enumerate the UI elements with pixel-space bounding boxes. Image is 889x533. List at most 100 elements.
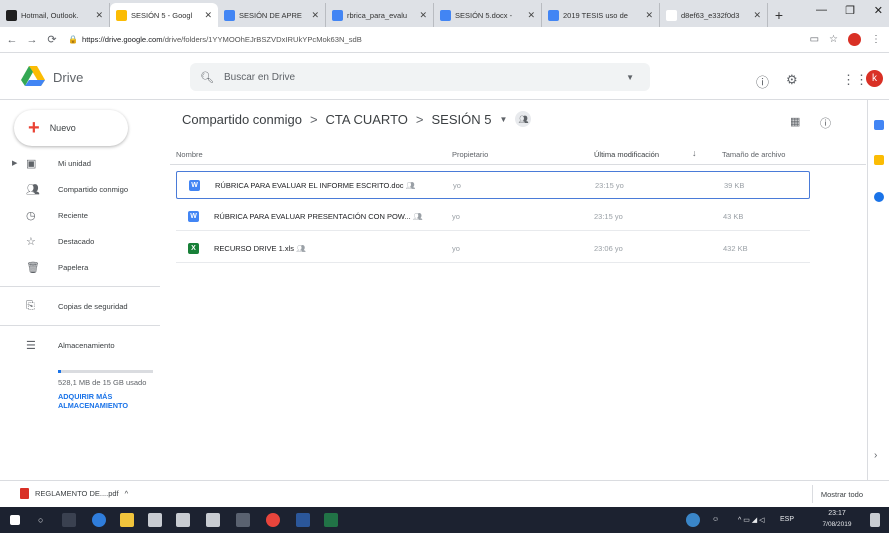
new-tab-button[interactable]: +: [768, 3, 790, 27]
windows-taskbar: ○ ☺ ^ ▭ ◢ ◁ ESP 23:17 7/08/2019: [0, 507, 889, 533]
breadcrumb-root[interactable]: Compartido conmigo: [182, 112, 302, 127]
search-input[interactable]: 🔍︎ Buscar en Drive ▼: [190, 63, 650, 91]
file-owner: yo: [452, 212, 460, 221]
show-all-button[interactable]: Mostrar todo: [811, 485, 871, 503]
column-header-size[interactable]: Tamaño de archivo: [722, 150, 785, 159]
profile-icon[interactable]: [848, 33, 861, 46]
tab-title: rbrica_para_evalu: [347, 10, 408, 20]
search-icon[interactable]: ○: [38, 515, 43, 525]
tasks-icon[interactable]: [874, 192, 884, 202]
buy-storage-link[interactable]: ADQUIRIR MÁS ALMACENAMIENTO: [58, 392, 158, 410]
file-explorer-icon[interactable]: [120, 513, 134, 527]
windows-start-icon[interactable]: [10, 515, 20, 525]
tab-title: Hotmail, Outlook.: [21, 10, 79, 20]
chrome-icon[interactable]: [266, 513, 280, 527]
browser-tab[interactable]: SESIÓN 5.docx - ✕: [434, 3, 542, 27]
people-tray-icon[interactable]: ☺: [712, 516, 719, 523]
expand-caret-icon[interactable]: ▶: [12, 159, 17, 167]
menu-icon[interactable]: ⋮: [871, 34, 881, 45]
shared-icon: 👥︎: [412, 212, 423, 221]
tab-close-icon[interactable]: ✕: [527, 10, 535, 21]
sidebar-item-backups[interactable]: ⎘ Copias de seguridad: [0, 293, 160, 319]
browser-tab[interactable]: Hotmail, Outlook. ✕: [0, 3, 110, 27]
sidebar-item-recent[interactable]: ◷ Reciente: [0, 202, 160, 228]
browser-tab[interactable]: SESIÓN DE APRE ✕: [218, 3, 326, 27]
reload-icon[interactable]: ⟳: [44, 33, 60, 46]
expand-panel-icon[interactable]: ›: [874, 450, 877, 461]
tray-icons[interactable]: ^ ▭ ◢ ◁: [738, 516, 765, 524]
app-icon[interactable]: [176, 513, 190, 527]
edge-icon[interactable]: [92, 513, 106, 527]
help-icon[interactable]: ⓘ: [756, 72, 769, 91]
trash-icon: 🗑︎: [26, 261, 40, 274]
chevron-up-icon[interactable]: ^: [125, 489, 129, 498]
calendar-icon[interactable]: [874, 120, 884, 130]
excel-app-icon[interactable]: [324, 513, 338, 527]
tab-close-icon[interactable]: ✕: [419, 10, 427, 21]
language-indicator[interactable]: ESP: [780, 516, 794, 523]
folder-menu-caret-icon[interactable]: ▼: [499, 115, 507, 124]
file-row[interactable]: W RÚBRICA PARA EVALUAR EL INFORME ESCRIT…: [176, 171, 810, 199]
sidebar-item-starred[interactable]: ☆ Destacado: [0, 228, 160, 254]
apps-grid-icon[interactable]: ⋮⋮: [842, 72, 868, 88]
tab-list: Hotmail, Outlook. ✕ SESIÓN 5 - Googl ✕ SESIÓ…: [0, 3, 768, 27]
minimize-icon[interactable]: —: [816, 4, 827, 16]
details-info-icon[interactable]: ⓘ: [820, 115, 831, 131]
drive-logo-icon[interactable]: [21, 66, 45, 86]
browser-tab[interactable]: d8ef63_e332f0d3 ✕: [660, 3, 768, 27]
breadcrumb-parent[interactable]: CTA CUARTO: [326, 112, 408, 127]
bookmark-star-icon[interactable]: ☆: [829, 34, 838, 45]
sidebar-divider: [0, 325, 160, 326]
browser-tab[interactable]: SESIÓN 5 - Googl ✕: [110, 3, 218, 27]
infinity-icon[interactable]: [236, 513, 250, 527]
restore-icon[interactable]: ❐: [845, 4, 855, 17]
tab-title: 2019 TESIS uso de: [563, 10, 628, 20]
sidebar-item-shared[interactable]: 👥︎ Compartido conmigo: [0, 176, 160, 202]
close-window-icon[interactable]: ✕: [874, 4, 883, 17]
store-icon[interactable]: [148, 513, 162, 527]
file-row[interactable]: X RECURSO DRIVE 1.xls 👥︎ yo 23:06 yo 432…: [176, 235, 810, 263]
backup-icon: ⎘: [26, 299, 35, 312]
file-row[interactable]: W RÚBRICA PARA EVALUAR PRESENTACIÓN CON …: [176, 203, 810, 231]
breadcrumb-current[interactable]: SESIÓN 5: [432, 112, 492, 127]
tab-favicon-icon: [548, 9, 559, 21]
url-field[interactable]: 🔒 https://drive.google.com /drive/folder…: [68, 35, 362, 44]
grid-view-icon[interactable]: ▦: [790, 115, 800, 128]
sidebar-item-my-drive[interactable]: ▶ ▣ Mi unidad: [0, 150, 160, 176]
tab-close-icon[interactable]: ✕: [95, 10, 103, 21]
keep-icon[interactable]: [874, 155, 884, 165]
task-view-icon[interactable]: [62, 513, 76, 527]
clock-time[interactable]: 23:17: [812, 510, 862, 517]
column-header-modified[interactable]: Última modificación: [594, 150, 659, 159]
tab-close-icon[interactable]: ✕: [645, 10, 653, 21]
forward-icon[interactable]: →: [24, 34, 40, 46]
file-name: RÚBRICA PARA EVALUAR PRESENTACIÓN CON PO…: [214, 212, 423, 221]
search-icon[interactable]: 🔍︎: [200, 71, 214, 84]
account-avatar[interactable]: k: [866, 70, 883, 87]
settings-gear-icon[interactable]: ⚙: [786, 72, 798, 88]
clock-date[interactable]: 7/08/2019: [812, 521, 862, 528]
new-button[interactable]: + Nuevo: [14, 110, 128, 146]
tray-app-icon[interactable]: [686, 513, 700, 527]
cast-icon[interactable]: ▭: [810, 34, 819, 45]
storage-progress-fill: [58, 370, 62, 373]
notifications-icon[interactable]: [870, 513, 880, 527]
tab-close-icon[interactable]: ✕: [753, 10, 761, 21]
sidebar-item-label: Destacado: [58, 236, 95, 246]
tab-close-icon[interactable]: ✕: [204, 10, 212, 21]
column-header-name[interactable]: Nombre: [176, 150, 203, 159]
address-bar-row: ← → ⟳ 🔒 https://drive.google.com /drive/…: [0, 27, 889, 53]
sort-arrow-icon[interactable]: ↓: [692, 148, 697, 158]
plus-icon: +: [28, 116, 40, 139]
sidebar-item-storage[interactable]: ☰ Almacenamiento: [0, 332, 160, 358]
browser-tab[interactable]: 2019 TESIS uso de ✕: [542, 3, 660, 27]
sidebar-item-trash[interactable]: 🗑︎ Papelera: [0, 254, 160, 280]
word-app-icon[interactable]: [296, 513, 310, 527]
mail-icon[interactable]: [206, 513, 220, 527]
search-options-icon[interactable]: ▼: [626, 73, 634, 82]
browser-tab[interactable]: rbrica_para_evalu ✕: [326, 3, 434, 27]
tab-close-icon[interactable]: ✕: [311, 10, 319, 21]
download-item[interactable]: REGLAMENTO DE....pdf ^: [20, 488, 128, 499]
back-icon[interactable]: ←: [4, 34, 20, 46]
column-header-owner[interactable]: Propietario: [452, 150, 488, 159]
